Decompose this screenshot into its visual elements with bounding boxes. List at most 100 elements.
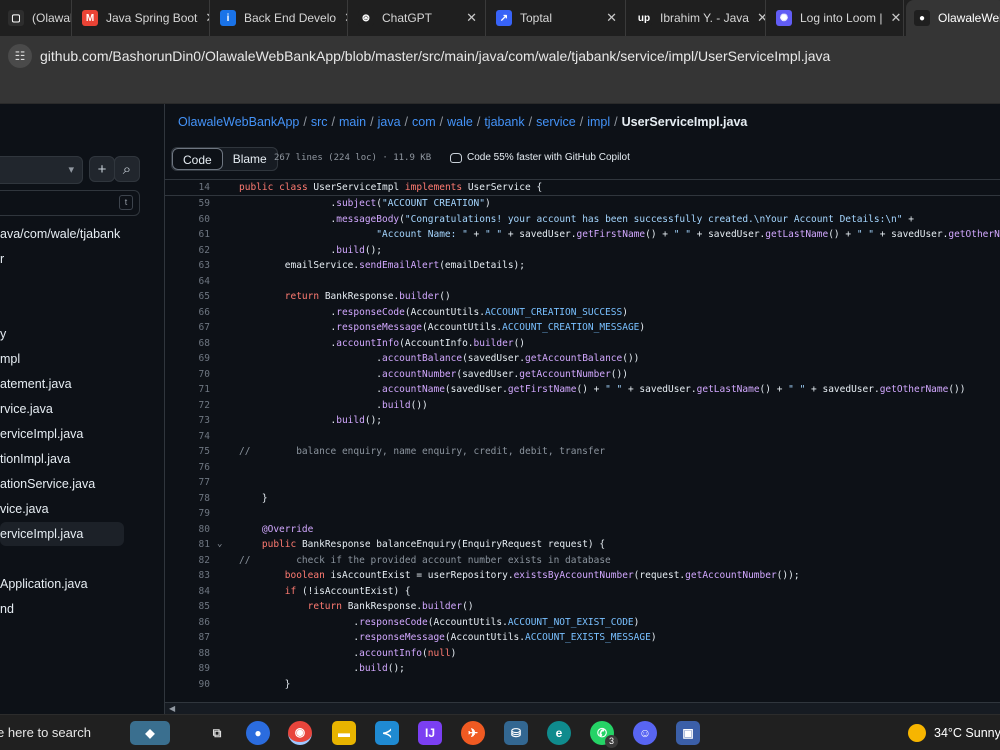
browser-tab[interactable]: i Back End Develo✕ xyxy=(212,0,348,36)
remote-desktop-icon[interactable]: ▣ xyxy=(676,721,700,745)
breadcrumb-link[interactable]: impl xyxy=(587,115,610,129)
line-number[interactable]: 59 xyxy=(165,196,210,212)
line-number[interactable]: 71 xyxy=(165,382,210,398)
code-line: 80 @Override xyxy=(165,522,1000,538)
breadcrumb-separator: / xyxy=(476,115,481,129)
chrome-icon[interactable]: ◉ xyxy=(288,721,312,745)
breadcrumb-link[interactable]: wale xyxy=(447,115,473,129)
postman-icon[interactable]: ✈ xyxy=(461,721,485,745)
line-number[interactable]: 64 xyxy=(165,274,210,290)
taskbar-search[interactable]: e here to search xyxy=(0,725,91,740)
breadcrumb-link[interactable]: src xyxy=(311,115,328,129)
breadcrumb-link[interactable]: service xyxy=(536,115,576,129)
file-tree-item[interactable]: vice.java xyxy=(0,497,49,521)
browser-tab[interactable]: ● OlawaleWebBan xyxy=(906,0,1000,36)
discord-icon[interactable]: ☺ xyxy=(633,721,657,745)
line-number[interactable]: 75 xyxy=(165,444,210,460)
close-icon[interactable]: ✕ xyxy=(598,10,617,26)
file-tree-item[interactable]: r xyxy=(0,247,4,271)
line-number[interactable]: 73 xyxy=(165,413,210,429)
file-tree-item[interactable]: mpl xyxy=(0,347,20,371)
vscode-icon[interactable]: ≺ xyxy=(375,721,399,745)
breadcrumb-link[interactable]: com xyxy=(412,115,436,129)
scroll-left-icon[interactable]: ◀ xyxy=(169,703,175,714)
browser-tab[interactable]: up Ibrahim Y. - Java✕ xyxy=(628,0,766,36)
fold-chevron-icon[interactable]: ⌄ xyxy=(217,537,222,553)
file-tree-item[interactable]: ava/com/wale/tjabank xyxy=(0,222,120,246)
browser-tab[interactable]: ✺ Log into Loom | ✕ xyxy=(768,0,904,36)
file-tree-item[interactable]: atement.java xyxy=(0,372,72,396)
line-number[interactable]: 66 xyxy=(165,305,210,321)
file-tree-item[interactable]: ationService.java xyxy=(0,472,95,496)
search-files-button[interactable]: ⌕ xyxy=(114,156,140,182)
breadcrumb-link[interactable]: java xyxy=(378,115,401,129)
file-tree-item[interactable]: erviceImpl.java xyxy=(0,522,124,546)
close-icon[interactable]: ✕ xyxy=(458,10,477,26)
line-number[interactable]: 79 xyxy=(165,506,210,522)
line-number[interactable]: 72 xyxy=(165,398,210,414)
line-number[interactable]: 78 xyxy=(165,491,210,507)
line-number[interactable]: 88 xyxy=(165,646,210,662)
file-tree-item[interactable]: nd xyxy=(0,597,14,621)
add-file-button[interactable]: + xyxy=(89,156,115,182)
line-number[interactable]: 80 xyxy=(165,522,210,538)
line-number[interactable]: 65 xyxy=(165,289,210,305)
file-tree-item[interactable]: y xyxy=(0,322,6,346)
line-number[interactable]: 70 xyxy=(165,367,210,383)
browser-tab[interactable]: ↗ Toptal ✕ xyxy=(488,0,626,36)
site-settings-icon[interactable]: ☷ xyxy=(8,44,32,68)
line-number[interactable]: 81 xyxy=(165,537,210,553)
horizontal-scrollbar[interactable]: ◀ xyxy=(165,702,1000,714)
breadcrumb-link[interactable]: main xyxy=(339,115,366,129)
line-number[interactable]: 77 xyxy=(165,475,210,491)
close-icon[interactable]: ✕ xyxy=(749,10,765,26)
code-view[interactable]: 14 public class UserServiceImpl implement… xyxy=(165,180,1000,702)
copilot-promo[interactable]: Code 55% faster with GitHub Copilot xyxy=(450,152,630,163)
close-icon[interactable]: ✕ xyxy=(197,10,209,26)
url-field[interactable]: github.com/BashorunDin0/OlawaleWebBankAp… xyxy=(40,48,830,64)
breadcrumb-link[interactable]: OlawaleWebBankApp xyxy=(178,115,299,129)
gmail-icon: M xyxy=(82,10,98,26)
line-number[interactable]: 68 xyxy=(165,336,210,352)
browser-tab[interactable]: ⊛ ChatGPT ✕ xyxy=(350,0,486,36)
browser-tab[interactable]: M Java Spring Boot✕ xyxy=(74,0,210,36)
line-number[interactable]: 90 xyxy=(165,677,210,693)
edge-icon[interactable]: e xyxy=(547,721,571,745)
line-number[interactable]: 63 xyxy=(165,258,210,274)
line-number[interactable]: 89 xyxy=(165,661,210,677)
line-number[interactable]: 62 xyxy=(165,243,210,259)
file-explorer-icon[interactable]: ▬ xyxy=(332,721,356,745)
weather-widget[interactable]: 34°C Sunny xyxy=(908,724,1000,742)
file-filter-input[interactable]: t xyxy=(0,190,140,216)
line-number[interactable]: 87 xyxy=(165,630,210,646)
postgres-icon[interactable]: ⛁ xyxy=(504,721,528,745)
close-icon[interactable]: ✕ xyxy=(336,10,347,26)
browser-tab[interactable]: ▢(Olawale✕ xyxy=(0,0,72,36)
line-number[interactable]: 14 xyxy=(165,180,210,196)
line-number[interactable]: 76 xyxy=(165,460,210,476)
line-number[interactable]: 61 xyxy=(165,227,210,243)
line-number[interactable]: 82 xyxy=(165,553,210,569)
tab-title: Toptal xyxy=(520,11,553,25)
search-highlight-icon[interactable]: ◆ xyxy=(130,721,170,745)
code-tab[interactable]: Code xyxy=(172,148,223,170)
breadcrumb-link[interactable]: tjabank xyxy=(484,115,524,129)
branch-select[interactable]: ▾ xyxy=(0,156,83,184)
line-number[interactable]: 86 xyxy=(165,615,210,631)
line-number[interactable]: 84 xyxy=(165,584,210,600)
file-tree-item[interactable]: tionImpl.java xyxy=(0,447,70,471)
blame-tab[interactable]: Blame xyxy=(223,148,277,170)
line-number[interactable]: 60 xyxy=(165,212,210,228)
line-number[interactable]: 83 xyxy=(165,568,210,584)
line-number[interactable]: 69 xyxy=(165,351,210,367)
task-view-icon[interactable]: ⧉ xyxy=(205,721,229,745)
app-icon[interactable]: ● xyxy=(246,721,270,745)
close-icon[interactable]: ✕ xyxy=(883,10,902,26)
line-number[interactable]: 74 xyxy=(165,429,210,445)
file-tree-item[interactable]: erviceImpl.java xyxy=(0,422,83,446)
line-number[interactable]: 67 xyxy=(165,320,210,336)
file-tree-item[interactable]: rvice.java xyxy=(0,397,53,421)
line-number[interactable]: 85 xyxy=(165,599,210,615)
intellij-icon[interactable]: IJ xyxy=(418,721,442,745)
file-tree-item[interactable]: Application.java xyxy=(0,572,88,596)
